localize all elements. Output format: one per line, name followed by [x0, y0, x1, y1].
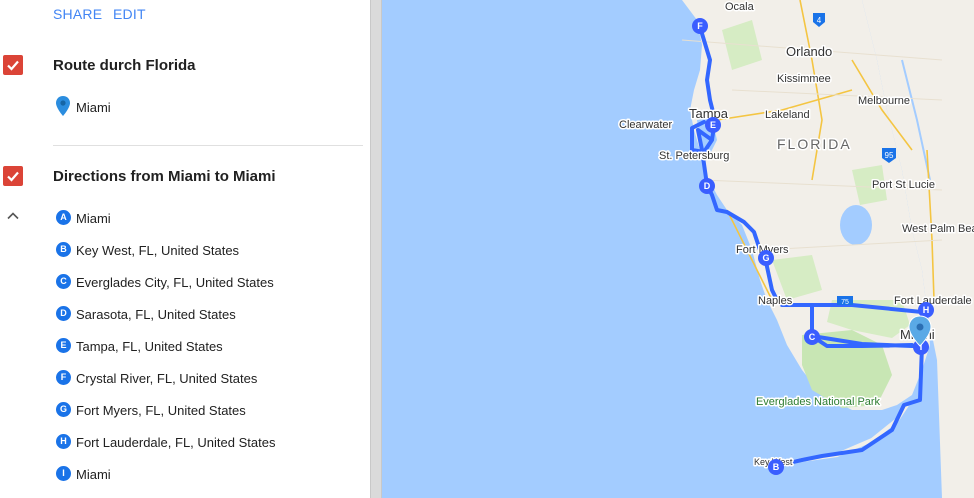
side-panel: SHARE EDIT Route durch Florida Miami Dir…	[0, 0, 370, 498]
stop-marker-icon: C	[56, 274, 71, 289]
direction-stop[interactable]: I Miami	[56, 465, 356, 485]
direction-stop[interactable]: B Key West, FL, United States	[56, 241, 356, 261]
location-pin-icon[interactable]	[56, 96, 70, 121]
checkmark-icon	[7, 171, 19, 182]
share-button[interactable]: SHARE	[53, 6, 102, 22]
place-label-miami[interactable]: Miami	[76, 100, 111, 115]
stop-label: Crystal River, FL, United States	[76, 371, 258, 386]
direction-stop[interactable]: D Sarasota, FL, United States	[56, 305, 356, 325]
city-label: West Palm Beach	[902, 223, 974, 235]
highway-shield-icon: 75	[837, 296, 853, 306]
checkmark-icon	[7, 60, 19, 71]
map-marker-g-icon: G	[758, 250, 774, 266]
svg-text:E: E	[710, 120, 716, 130]
city-label: Clearwater	[619, 119, 673, 131]
direction-stop[interactable]: H Fort Lauderdale, FL, United States	[56, 433, 356, 453]
city-label: Melbourne	[858, 95, 910, 107]
svg-text:75: 75	[841, 299, 849, 306]
park-label: Everglades National Park	[756, 396, 881, 408]
stop-marker-icon: H	[56, 434, 71, 449]
svg-text:C: C	[809, 332, 816, 342]
city-label: St. Petersburg	[659, 150, 729, 162]
direction-stop[interactable]: A Miami	[56, 209, 356, 229]
direction-stop[interactable]: F Crystal River, FL, United States	[56, 369, 356, 389]
map-marker-d-icon: D	[699, 178, 715, 194]
stop-label: Sarasota, FL, United States	[76, 307, 236, 322]
svg-text:H: H	[923, 305, 930, 315]
svg-text:B: B	[773, 462, 780, 472]
edit-button[interactable]: EDIT	[113, 6, 146, 22]
city-label: Lakeland	[765, 109, 810, 121]
city-label: Ocala	[725, 1, 755, 13]
stop-label: Fort Lauderdale, FL, United States	[76, 435, 276, 450]
stop-marker-icon: E	[56, 338, 71, 353]
stop-marker-icon: F	[56, 370, 71, 385]
stop-label: Miami	[76, 467, 111, 482]
city-label: Kissimmee	[777, 73, 831, 85]
stop-marker-icon: G	[56, 402, 71, 417]
svg-text:95: 95	[885, 151, 894, 160]
stop-label: Miami	[76, 211, 111, 226]
city-label: Fort Lauderdale	[894, 295, 972, 307]
stop-marker-icon: D	[56, 306, 71, 321]
map-marker-f-icon: F	[692, 18, 708, 34]
stop-label: Everglades City, FL, United States	[76, 275, 274, 290]
map-canvas[interactable]: 4 95 75 Ocala Orlando Kissimmee Melbourn…	[382, 0, 974, 498]
direction-stop[interactable]: C Everglades City, FL, United States	[56, 273, 356, 293]
stop-label: Key West, FL, United States	[76, 243, 240, 258]
svg-text:D: D	[704, 181, 711, 191]
layer-title-directions[interactable]: Directions from Miami to Miami	[53, 168, 276, 185]
region-label: FLORIDA	[777, 136, 852, 152]
city-label: Port St Lucie	[872, 179, 935, 191]
layer-directions-checkbox[interactable]	[3, 166, 23, 186]
lake-okeechobee	[840, 205, 872, 245]
svg-text:4: 4	[817, 16, 822, 25]
stop-marker-icon: I	[56, 466, 71, 481]
stop-marker-icon: B	[56, 242, 71, 257]
layer-divider	[53, 145, 363, 146]
svg-text:F: F	[697, 21, 703, 31]
stop-marker-icon: A	[56, 210, 71, 225]
map-marker-e-icon: E	[705, 117, 721, 133]
layer-title-route[interactable]: Route durch Florida	[53, 57, 196, 74]
stop-label: Tampa, FL, United States	[76, 339, 223, 354]
panel-resize-handle[interactable]	[370, 0, 382, 498]
stop-label: Fort Myers, FL, United States	[76, 403, 246, 418]
layer-route-checkbox[interactable]	[3, 55, 23, 75]
city-label: Naples	[758, 295, 793, 307]
svg-text:G: G	[762, 253, 769, 263]
direction-stop[interactable]: G Fort Myers, FL, United States	[56, 401, 356, 421]
chevron-up-icon[interactable]	[6, 209, 20, 228]
direction-stop[interactable]: E Tampa, FL, United States	[56, 337, 356, 357]
map-marker-c-icon: C	[804, 329, 820, 345]
city-label: Orlando	[786, 44, 832, 59]
map-marker-b-icon: B	[768, 459, 784, 475]
